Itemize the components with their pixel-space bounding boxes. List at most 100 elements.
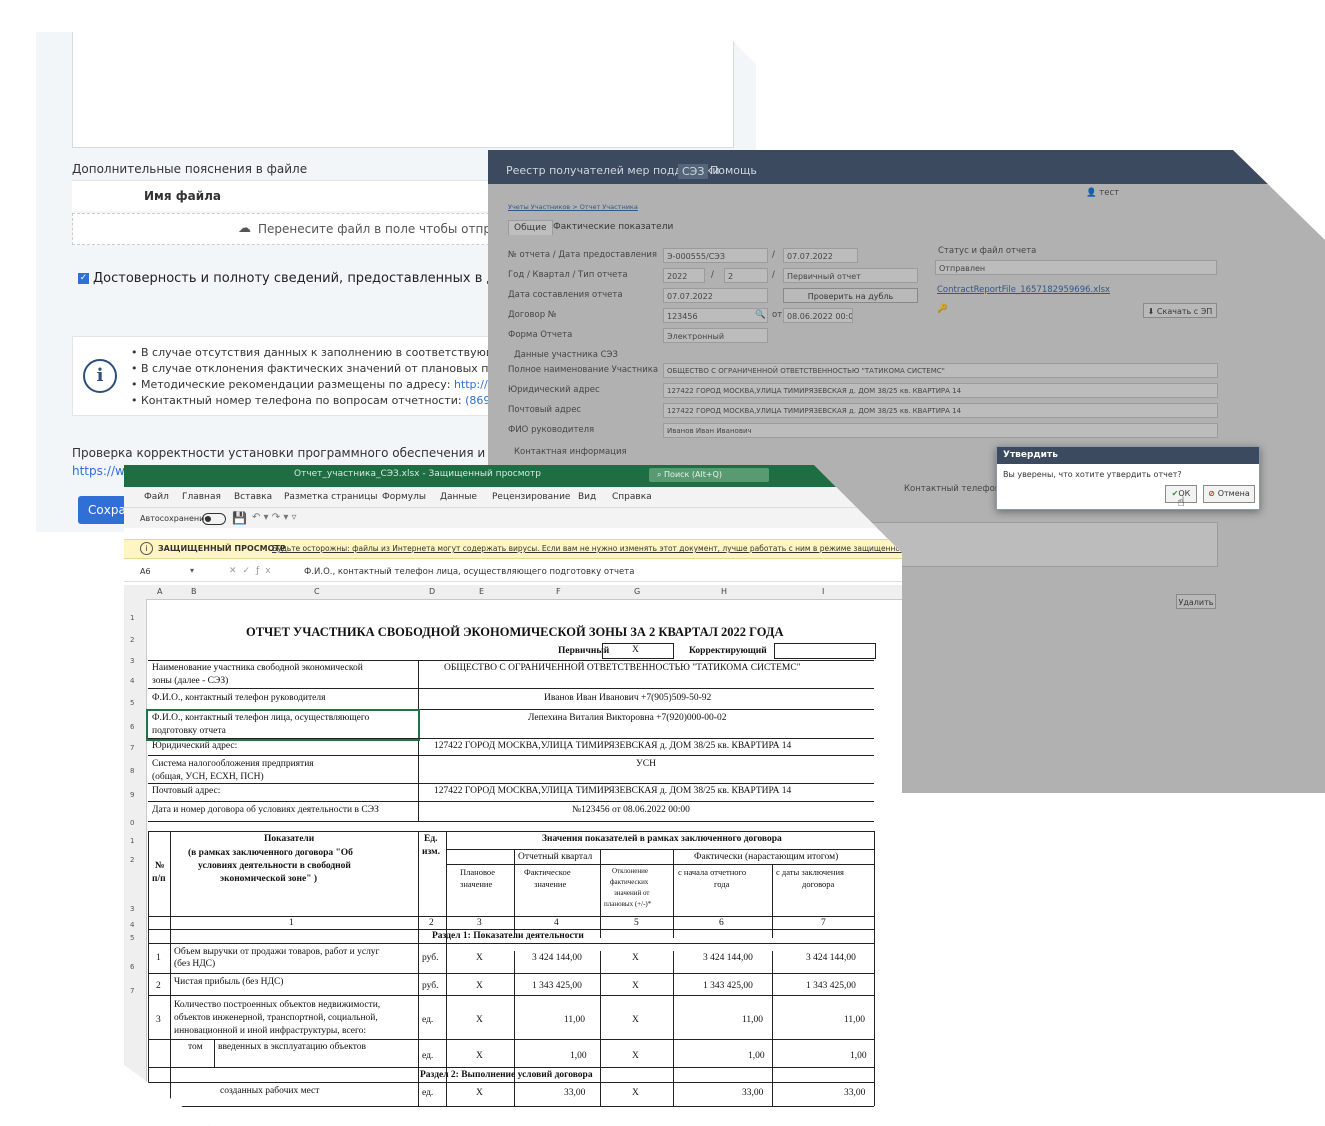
row-number[interactable]: 0 (130, 819, 134, 827)
row-number[interactable]: 7 (130, 987, 134, 995)
menu-view[interactable]: Вид (578, 492, 596, 502)
software-check-link[interactable]: https://wv (72, 464, 132, 478)
row-number[interactable]: 5 (130, 934, 134, 942)
autosave-toggle[interactable] (202, 513, 226, 525)
report-title: ОТЧЕТ УЧАСТНИКА СВОБОДНОЙ ЭКОНОМИЧЕСКОЙ … (246, 625, 784, 639)
col-a[interactable]: A (157, 587, 162, 596)
dialog-message: Вы уверены, что хотите утвердить отчет? (1003, 470, 1182, 479)
row3-plan: X (476, 1015, 483, 1025)
hdr-fact-2: значение (534, 879, 567, 889)
row-number[interactable]: 1 (130, 614, 134, 622)
menu-formulas[interactable]: Формулы (382, 492, 426, 502)
info-value-contract: №123456 от 08.06.2022 00:00 (572, 805, 690, 815)
row-number[interactable]: 3 (130, 905, 134, 913)
hdr-cumulative: Фактически (нарастающим итогом) (694, 852, 839, 862)
row-number[interactable]: 2 (130, 636, 134, 644)
row-number[interactable]: 4 (130, 677, 134, 685)
topbar-sez[interactable]: СЭЗ (678, 164, 709, 179)
col-b[interactable]: B (191, 587, 197, 596)
col-f[interactable]: F (556, 587, 561, 596)
row-number[interactable]: 6 (130, 723, 134, 731)
excel-search-box[interactable]: ⌕ Поиск (Alt+Q) (649, 468, 769, 482)
info-icon: i (83, 359, 117, 393)
corrective-label: Корректирующий (689, 646, 767, 656)
hdr-num-2: п/п (152, 874, 166, 884)
row-number[interactable]: 2 (130, 856, 134, 864)
row-number[interactable]: 7 (130, 744, 134, 752)
consent-checkbox[interactable]: ✓ Достоверность и полноту сведений, предо… (78, 271, 558, 286)
formula-content[interactable]: Ф.И.О., контактный телефон лица, осущест… (304, 567, 634, 577)
row1-plan: X (476, 953, 483, 963)
col-c[interactable]: C (314, 587, 320, 596)
row2-ytd: 1 343 425,00 (703, 981, 753, 991)
menu-help[interactable]: Справка (612, 492, 652, 502)
topbar-help[interactable]: Помощь (710, 164, 757, 177)
row5-since-contract: 33,00 (844, 1088, 866, 1098)
cancel-icon: ⊘ (1208, 489, 1218, 498)
menu-page-layout[interactable]: Разметка страницы (284, 492, 378, 502)
idx-7: 7 (821, 918, 826, 928)
info-label-postal-address: Почтовый адрес: (152, 786, 221, 796)
comments-textarea[interactable] (72, 32, 734, 148)
row2-unit: руб. (422, 981, 439, 991)
grid-line-h (148, 995, 874, 996)
row-number[interactable]: 6 (130, 963, 134, 971)
hdr-ytd-2: года (714, 879, 730, 889)
menu-review[interactable]: Рецензирование (492, 492, 570, 502)
grid-line-v (214, 1039, 215, 1067)
row1-num: 1 (156, 953, 161, 963)
info-table-row-border (148, 738, 874, 739)
grid-line-v (514, 849, 515, 938)
row5-name: созданных рабочих мест (220, 1086, 320, 1096)
undo-icon[interactable]: ↶ ▾ ↷ ▾ ▿ (252, 512, 297, 523)
spreadsheet-grid[interactable]: ОТЧЕТ УЧАСТНИКА СВОБОДНОЙ ЭКОНОМИЧЕСКОЙ … (146, 599, 902, 1126)
mouse-cursor-icon: ☝ (1177, 495, 1185, 510)
col-e[interactable]: E (479, 587, 484, 596)
idx-4: 4 (554, 918, 559, 928)
menu-home[interactable]: Главная (182, 492, 221, 502)
section-1-title: Раздел 1: Показатели деятельности (432, 931, 584, 941)
menu-insert[interactable]: Вставка (234, 492, 272, 502)
row-number[interactable]: 8 (130, 767, 134, 775)
protected-view-message[interactable]: Будьте осторожны: файлы из Интернета мог… (272, 544, 902, 553)
info-label-legal-address: Юридический адрес: (152, 741, 238, 751)
col-g[interactable]: G (634, 587, 640, 596)
info-value-postal-address: 127422 ГОРОД МОСКВА,УЛИЦА ТИМИРЯЗЕВСКАЯ … (434, 786, 792, 796)
save-icon[interactable]: 💾 (232, 511, 247, 525)
row-number[interactable]: 5 (130, 699, 134, 707)
info-value-participant: ОБЩЕСТВО С ОГРАНИЧЕННОЙ ОТВЕТСТВЕННОСТЬЮ… (444, 663, 801, 673)
row5-fact: 33,00 (564, 1088, 586, 1098)
col-i[interactable]: I (822, 587, 824, 596)
col-h[interactable]: H (721, 587, 727, 596)
row1-unit: руб. (422, 953, 439, 963)
info-label-preparer-2: подготовку отчета (152, 726, 226, 736)
name-box-dropdown-icon[interactable]: ▾ (190, 566, 194, 575)
excel-menu-bar: Файл Главная Вставка Разметка страницы Ф… (124, 487, 902, 508)
hdr-ytd: с начала отчетного (678, 867, 747, 877)
menu-file[interactable]: Файл (144, 492, 169, 502)
info-label-contract: Дата и номер договора об условиях деятел… (152, 805, 379, 815)
name-box[interactable]: A6 (140, 567, 151, 576)
col-d[interactable]: D (429, 587, 435, 596)
formula-buttons[interactable]: ✕✓ƒx (229, 566, 277, 576)
corrective-cell[interactable] (774, 643, 876, 659)
dialog-cancel-button[interactable]: ⊘ Отмена (1203, 485, 1255, 503)
row-number[interactable]: 1 (130, 837, 134, 845)
row-number[interactable]: 3 (130, 657, 134, 665)
grid-line-v (148, 831, 149, 1106)
menu-data[interactable]: Данные (440, 492, 477, 502)
row4-unit: ед. (422, 1051, 434, 1061)
checkbox-checked-icon[interactable]: ✓ (78, 273, 89, 284)
app-topbar: Реестр получателей мер поддержки СЭЗ Пом… (488, 150, 1325, 184)
row-number[interactable]: 9 (130, 791, 134, 799)
primary-mark: X (632, 645, 639, 655)
column-headers: A B C D E F G H I (124, 585, 902, 600)
row3-since-contract: 11,00 (844, 1015, 866, 1025)
info-table-row-border (148, 783, 874, 784)
row-number[interactable]: 4 (130, 921, 134, 929)
grid-line-h (148, 1082, 874, 1083)
info-label-tax-system: Система налогообложения предприятия (152, 759, 314, 769)
row2-fact: 1 343 425,00 (532, 981, 582, 991)
extra-files-label: Дополнительные пояснения в файле (72, 162, 308, 176)
grid-line-h (148, 916, 874, 917)
